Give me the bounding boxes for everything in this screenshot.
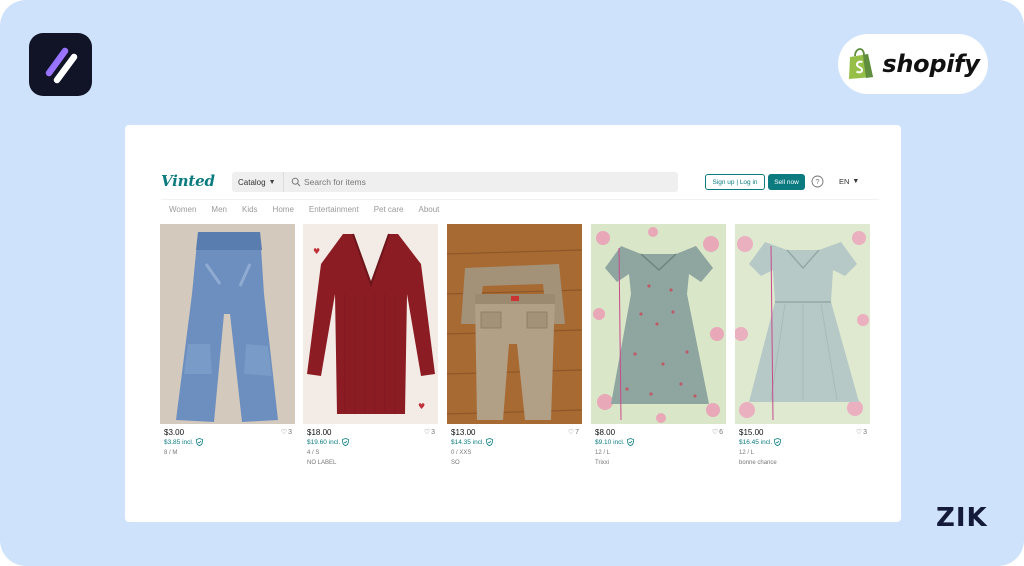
favorite-count: 6 — [719, 428, 723, 436]
heart-icon: ♡ — [423, 429, 431, 436]
svg-text:?: ? — [815, 177, 819, 186]
shopify-bag-icon — [849, 48, 874, 79]
item-size: 8 / M — [164, 450, 178, 456]
nav-item-pet-care[interactable]: Pet care — [374, 205, 404, 214]
item-brand: Trixxi — [595, 460, 610, 466]
item-size: 12 / L — [739, 450, 755, 456]
item-photo[interactable] — [735, 224, 870, 424]
question-circle-icon[interactable]: ? — [811, 175, 824, 188]
price-incl-text: $19.60 incl. — [307, 438, 341, 446]
price-incl-text: $3.85 incl. — [164, 438, 194, 446]
item-price-incl: $3.85 incl. — [164, 438, 203, 446]
item-photo[interactable] — [591, 224, 726, 424]
catalog-dropdown[interactable]: Catalog ▼ — [232, 172, 284, 192]
favorite-button[interactable]: ♡ 6 — [711, 428, 723, 437]
heart-icon: ♡ — [280, 429, 288, 436]
search-input[interactable] — [304, 172, 664, 192]
shopify-wordmark: shopify — [882, 50, 980, 78]
item-price: $3.00 — [164, 428, 185, 437]
item-size: 12 / L — [595, 450, 611, 456]
favorite-button[interactable]: ♡ 7 — [567, 428, 579, 437]
item-price: $13.00 — [451, 428, 476, 437]
svg-text:♥: ♥ — [418, 402, 425, 411]
chevron-down-icon: ▼ — [852, 178, 860, 185]
item-size: 4 / S — [307, 450, 320, 456]
price-incl-text: $14.35 incl. — [451, 438, 485, 446]
favorite-button[interactable]: ♡ 3 — [423, 428, 435, 437]
item-photo-floral-dress — [591, 224, 726, 424]
category-nav: Women Men Kids Home Entertainment Pet ca… — [169, 205, 454, 214]
item-price: $15.00 — [739, 428, 764, 437]
chevron-down-icon: ▼ — [268, 178, 276, 186]
item-photo-pants — [447, 224, 582, 424]
language-selector[interactable]: EN ▼ — [839, 177, 859, 186]
item-price: $18.00 — [307, 428, 332, 437]
price-incl-text: $16.45 incl. — [739, 438, 773, 446]
background-frame: shopify ZIK Vinted Catalog ▼ Sign up | L… — [0, 0, 1024, 566]
heart-icon: ♡ — [855, 429, 863, 436]
nav-item-about[interactable]: About — [419, 205, 440, 214]
heart-icon: ♡ — [567, 429, 575, 436]
item-photo-blue-dress — [735, 224, 870, 424]
favorite-count: 3 — [431, 428, 435, 436]
shield-check-icon — [774, 438, 782, 446]
app-logo-icon — [45, 47, 78, 84]
vinted-screenshot-card: Vinted Catalog ▼ Sign up | Log in Sell n… — [125, 125, 901, 522]
item-price-incl: $16.45 incl. — [739, 438, 782, 446]
price-incl-text: $9.10 incl. — [595, 438, 625, 446]
language-label: EN — [839, 177, 850, 186]
shield-check-icon — [626, 438, 634, 446]
divider — [161, 199, 879, 200]
nav-item-home[interactable]: Home — [273, 205, 294, 214]
item-size: 0 / XXS — [451, 450, 472, 456]
item-grid: $3.00 ♡ 3 $3.85 incl. 8 / M ♥ ♥ $18.00 ♡… — [160, 224, 880, 484]
vinted-logo[interactable]: Vinted — [161, 172, 215, 190]
item-price: $8.00 — [595, 428, 616, 437]
shopify-badge: shopify — [838, 34, 988, 94]
favorite-count: 7 — [575, 428, 579, 436]
item-photo[interactable] — [447, 224, 582, 424]
shield-check-icon — [342, 438, 350, 446]
item-brand: NO LABEL — [307, 460, 337, 466]
signup-login-button[interactable]: Sign up | Log in — [705, 174, 765, 190]
item-photo-sweater: ♥ ♥ — [303, 224, 438, 424]
item-price-incl: $9.10 incl. — [595, 438, 634, 446]
search-bar: Catalog ▼ — [232, 172, 678, 192]
zik-logo: ZIK — [936, 503, 988, 533]
item-price-incl: $14.35 incl. — [451, 438, 494, 446]
search-icon — [291, 177, 301, 187]
item-photo[interactable]: ♥ ♥ — [303, 224, 438, 424]
sell-now-button[interactable]: Sell now — [768, 174, 805, 190]
shield-check-icon — [195, 438, 203, 446]
favorite-count: 3 — [863, 428, 867, 436]
item-brand: SO — [451, 460, 460, 466]
favorite-count: 3 — [288, 428, 292, 436]
heart-icon: ♡ — [711, 429, 719, 436]
nav-item-men[interactable]: Men — [211, 205, 227, 214]
catalog-label: Catalog — [238, 177, 266, 187]
nav-item-women[interactable]: Women — [169, 205, 196, 214]
item-brand: bonne chance — [739, 460, 777, 466]
app-logo — [29, 33, 92, 96]
item-price-incl: $19.60 incl. — [307, 438, 350, 446]
nav-item-entertainment[interactable]: Entertainment — [309, 205, 359, 214]
item-photo-jeans — [160, 224, 295, 424]
svg-text:♥: ♥ — [313, 247, 320, 256]
favorite-button[interactable]: ♡ 3 — [280, 428, 292, 437]
item-photo[interactable] — [160, 224, 295, 424]
favorite-button[interactable]: ♡ 3 — [855, 428, 867, 437]
nav-item-kids[interactable]: Kids — [242, 205, 258, 214]
shield-check-icon — [486, 438, 494, 446]
